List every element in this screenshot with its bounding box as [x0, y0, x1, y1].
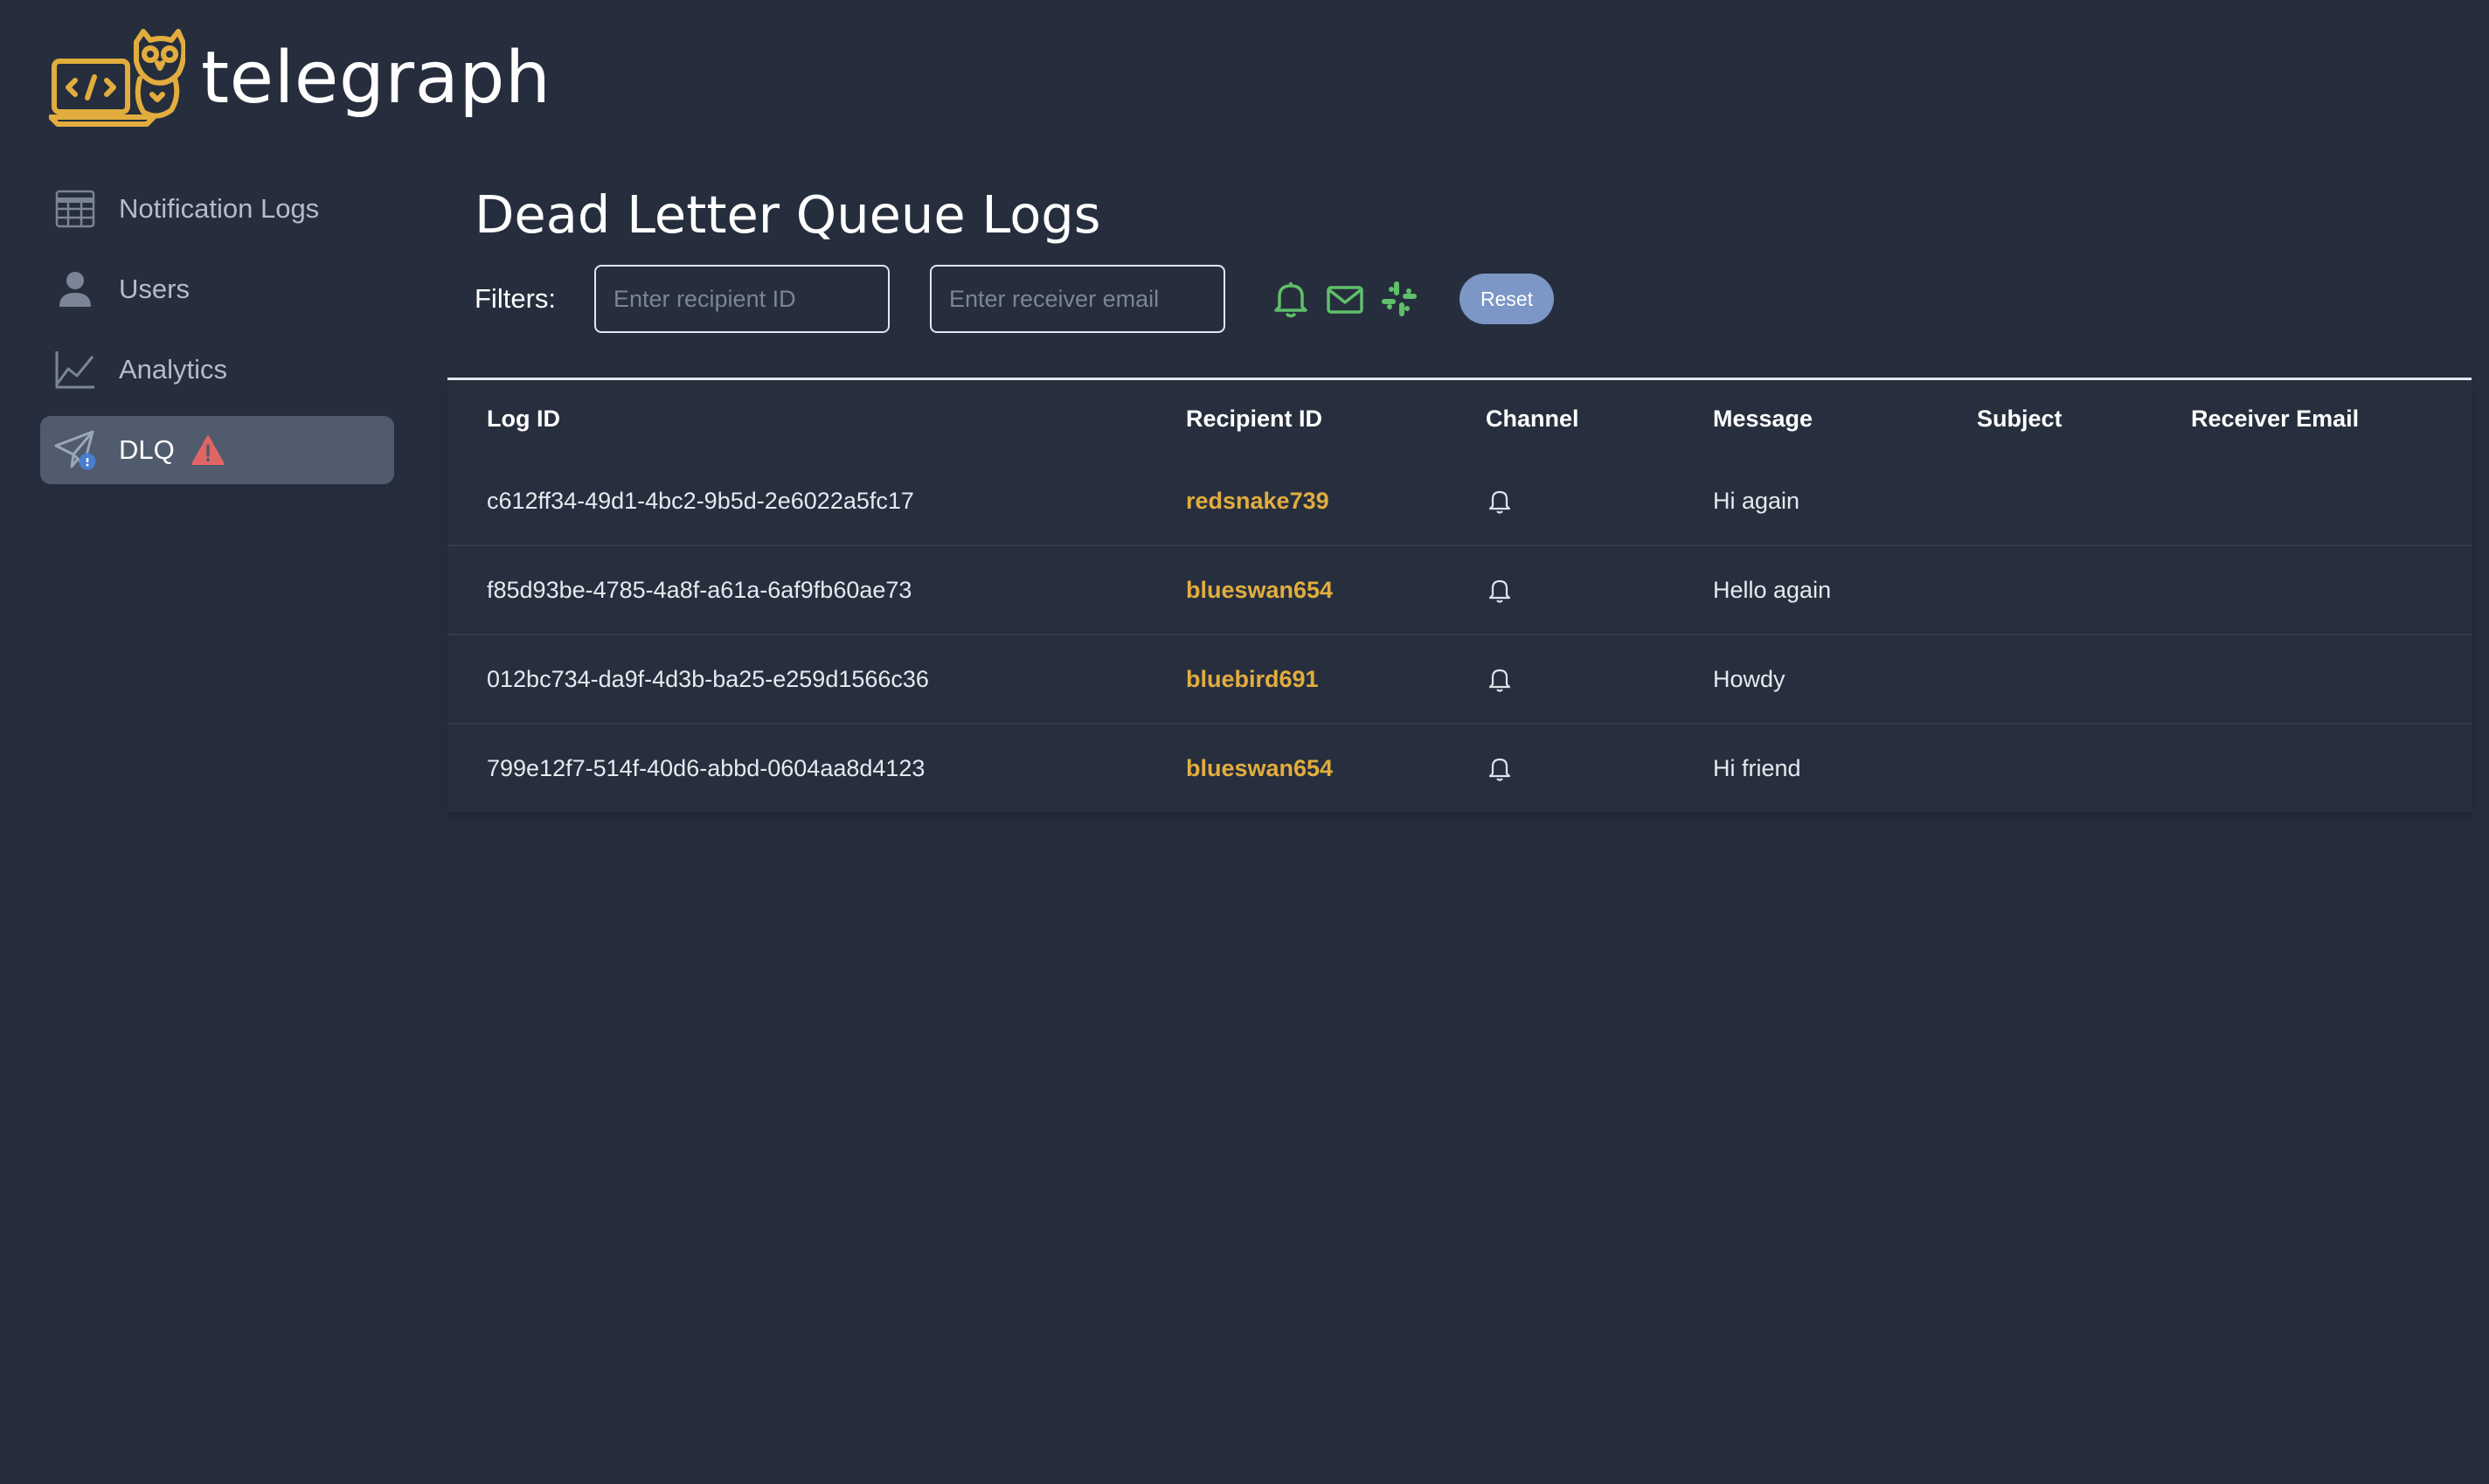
cell-recipient-id[interactable]: blueswan654 [1147, 724, 1446, 812]
table-row[interactable]: 799e12f7-514f-40d6-abbd-0604aa8d4123 blu… [447, 724, 2472, 812]
sidebar-item-label: Analytics [119, 354, 228, 385]
sidebar-item-analytics[interactable]: Analytics [40, 336, 394, 404]
cell-channel [1446, 635, 1674, 725]
table-grid-icon [52, 186, 98, 232]
app-root: telegraph Notification Logs Users Analyt… [0, 0, 2489, 1484]
cell-subject [1938, 545, 2152, 635]
cell-message: Hi again [1674, 457, 1938, 546]
column-header-subject[interactable]: Subject [1938, 380, 2152, 457]
dlq-table-container: Log ID Recipient ID Channel Message Subj… [447, 378, 2472, 812]
cell-log-id: c612ff34-49d1-4bc2-9b5d-2e6022a5fc17 [447, 457, 1147, 546]
column-header-recipient-id[interactable]: Recipient ID [1147, 380, 1446, 457]
sidebar-item-dlq[interactable]: DLQ [40, 416, 394, 484]
column-header-message[interactable]: Message [1674, 380, 1938, 457]
cell-message: Hi friend [1713, 754, 1801, 781]
cell-channel [1446, 724, 1674, 812]
brand-name: telegraph [201, 37, 551, 120]
mail-icon[interactable] [1325, 279, 1365, 319]
cell-recipient-id[interactable]: bluebird691 [1147, 635, 1446, 725]
column-header-receiver-email[interactable]: Receiver Email [2152, 380, 2472, 457]
cell-channel [1446, 545, 1674, 635]
sidebar-item-label: Users [119, 274, 190, 304]
bell-icon [1488, 490, 1511, 514]
cell-receiver-email [2152, 545, 2472, 635]
channel-filter-icons [1271, 279, 1419, 319]
dlq-table: Log ID Recipient ID Channel Message Subj… [447, 380, 2472, 812]
reset-button[interactable]: Reset [1459, 274, 1555, 324]
cell-recipient-id[interactable]: blueswan654 [1147, 545, 1446, 635]
cell-log-id: 799e12f7-514f-40d6-abbd-0604aa8d4123 [487, 754, 926, 781]
sidebar-item-label: DLQ [119, 434, 175, 465]
owl-laptop-logo [49, 29, 185, 127]
table-header-row: Log ID Recipient ID Channel Message Subj… [447, 380, 2472, 457]
cell-channel [1446, 457, 1674, 546]
table-row[interactable]: c612ff34-49d1-4bc2-9b5d-2e6022a5fc17 red… [447, 457, 2472, 546]
recipient-id-input[interactable] [594, 265, 890, 333]
bell-icon [1488, 579, 1511, 603]
paper-plane-alert-icon [52, 427, 98, 473]
sidebar-item-notification-logs[interactable]: Notification Logs [40, 175, 394, 243]
sidebar-item-users[interactable]: Users [40, 255, 394, 323]
brand[interactable]: telegraph [49, 26, 551, 131]
main-content: Dead Letter Queue Logs Filters: Enter re… [447, 175, 2472, 812]
column-header-log-id[interactable]: Log ID [447, 380, 1147, 457]
bell-icon[interactable] [1271, 279, 1311, 319]
sidebar: Notification Logs Users Analytics DLQ [40, 175, 394, 496]
user-icon [52, 267, 98, 312]
cell-receiver-email [2152, 457, 2472, 546]
cell-receiver-email [2152, 635, 2472, 725]
cell-log-id: f85d93be-4785-4a8f-a61a-6af9fb60ae73 [447, 545, 1147, 635]
line-chart-icon [52, 347, 98, 392]
cell-log-id: 012bc734-da9f-4d3b-ba25-e259d1566c36 [447, 635, 1147, 725]
page-title: Dead Letter Queue Logs [475, 184, 1101, 245]
slack-icon[interactable] [1379, 279, 1419, 319]
cell-receiver-email [2152, 724, 2472, 812]
bell-icon [1488, 758, 1511, 781]
cell-message: Howdy [1674, 635, 1938, 725]
column-header-channel[interactable]: Channel [1446, 380, 1674, 457]
sidebar-item-label: Notification Logs [119, 193, 320, 224]
cell-message: Hello again [1674, 545, 1938, 635]
cell-subject [1938, 457, 2152, 546]
filters-bar: Filters: Enter recipient ID Enter receiv… [475, 264, 2472, 334]
table-row[interactable]: f85d93be-4785-4a8f-a61a-6af9fb60ae73 blu… [447, 545, 2472, 635]
warning-triangle-icon [191, 434, 225, 466]
table-row[interactable]: 012bc734-da9f-4d3b-ba25-e259d1566c36 blu… [447, 635, 2472, 725]
cell-subject [1938, 724, 2152, 812]
cell-subject [1938, 635, 2152, 725]
receiver-email-input[interactable] [930, 265, 1225, 333]
cell-recipient-id[interactable]: redsnake739 [1147, 457, 1446, 546]
filters-label: Filters: [475, 283, 556, 314]
bell-icon [1488, 669, 1511, 692]
